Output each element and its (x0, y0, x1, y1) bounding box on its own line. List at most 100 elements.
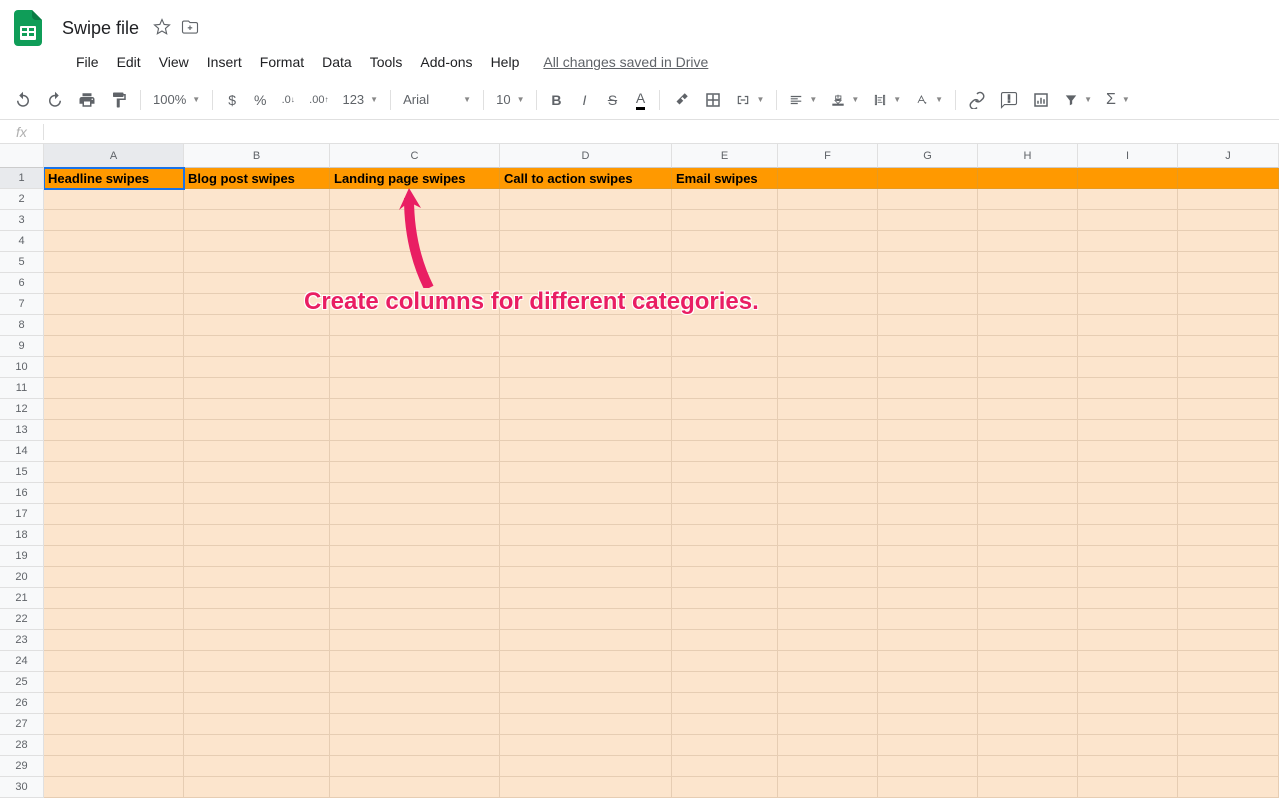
cell-C11[interactable] (330, 378, 500, 399)
cell-A26[interactable] (44, 693, 184, 714)
cell-G14[interactable] (878, 441, 978, 462)
cell-I26[interactable] (1078, 693, 1178, 714)
col-header-F[interactable]: F (778, 144, 878, 168)
cell-C24[interactable] (330, 651, 500, 672)
cell-G28[interactable] (878, 735, 978, 756)
row-header-7[interactable]: 7 (0, 294, 44, 315)
cell-H14[interactable] (978, 441, 1078, 462)
cell-H20[interactable] (978, 567, 1078, 588)
cell-D25[interactable] (500, 672, 672, 693)
cell-C18[interactable] (330, 525, 500, 546)
cell-H28[interactable] (978, 735, 1078, 756)
cell-E13[interactable] (672, 420, 778, 441)
cell-D10[interactable] (500, 357, 672, 378)
cell-E5[interactable] (672, 252, 778, 273)
cell-B11[interactable] (184, 378, 330, 399)
cell-B20[interactable] (184, 567, 330, 588)
insert-comment-button[interactable] (994, 87, 1024, 113)
cell-F16[interactable] (778, 483, 878, 504)
cell-F23[interactable] (778, 630, 878, 651)
cell-B8[interactable] (184, 315, 330, 336)
cell-I29[interactable] (1078, 756, 1178, 777)
insert-chart-button[interactable] (1026, 87, 1056, 113)
cell-D3[interactable] (500, 210, 672, 231)
cell-H4[interactable] (978, 231, 1078, 252)
cell-B18[interactable] (184, 525, 330, 546)
cell-A21[interactable] (44, 588, 184, 609)
cell-D13[interactable] (500, 420, 672, 441)
cell-J1[interactable] (1178, 168, 1279, 189)
cell-F10[interactable] (778, 357, 878, 378)
cell-H29[interactable] (978, 756, 1078, 777)
cell-G1[interactable] (878, 168, 978, 189)
cell-D29[interactable] (500, 756, 672, 777)
cell-A17[interactable] (44, 504, 184, 525)
cell-J20[interactable] (1178, 567, 1279, 588)
cell-C26[interactable] (330, 693, 500, 714)
format-currency-button[interactable]: $ (219, 87, 245, 113)
cell-E18[interactable] (672, 525, 778, 546)
cell-B25[interactable] (184, 672, 330, 693)
cell-F26[interactable] (778, 693, 878, 714)
cell-I6[interactable] (1078, 273, 1178, 294)
cell-B21[interactable] (184, 588, 330, 609)
cell-D24[interactable] (500, 651, 672, 672)
cell-F22[interactable] (778, 609, 878, 630)
cell-B9[interactable] (184, 336, 330, 357)
col-header-H[interactable]: H (978, 144, 1078, 168)
cell-D16[interactable] (500, 483, 672, 504)
cell-F3[interactable] (778, 210, 878, 231)
cell-G7[interactable] (878, 294, 978, 315)
cell-E11[interactable] (672, 378, 778, 399)
col-header-G[interactable]: G (878, 144, 978, 168)
cell-J17[interactable] (1178, 504, 1279, 525)
cell-E19[interactable] (672, 546, 778, 567)
row-header-2[interactable]: 2 (0, 189, 44, 210)
cell-H18[interactable] (978, 525, 1078, 546)
cell-I7[interactable] (1078, 294, 1178, 315)
cell-H24[interactable] (978, 651, 1078, 672)
cell-I19[interactable] (1078, 546, 1178, 567)
cell-G3[interactable] (878, 210, 978, 231)
row-header-3[interactable]: 3 (0, 210, 44, 231)
cell-I24[interactable] (1078, 651, 1178, 672)
cell-D11[interactable] (500, 378, 672, 399)
cell-H12[interactable] (978, 399, 1078, 420)
print-button[interactable] (72, 87, 102, 113)
row-header-4[interactable]: 4 (0, 231, 44, 252)
cell-G22[interactable] (878, 609, 978, 630)
cell-I15[interactable] (1078, 462, 1178, 483)
row-header-10[interactable]: 10 (0, 357, 44, 378)
cell-E24[interactable] (672, 651, 778, 672)
cell-A11[interactable] (44, 378, 184, 399)
cell-E10[interactable] (672, 357, 778, 378)
cell-J12[interactable] (1178, 399, 1279, 420)
row-header-14[interactable]: 14 (0, 441, 44, 462)
cell-C14[interactable] (330, 441, 500, 462)
cell-F25[interactable] (778, 672, 878, 693)
cell-A25[interactable] (44, 672, 184, 693)
cell-J4[interactable] (1178, 231, 1279, 252)
cell-D26[interactable] (500, 693, 672, 714)
cell-A22[interactable] (44, 609, 184, 630)
row-header-8[interactable]: 8 (0, 315, 44, 336)
menu-format[interactable]: Format (252, 50, 312, 74)
cell-C9[interactable] (330, 336, 500, 357)
cell-B28[interactable] (184, 735, 330, 756)
cell-F1[interactable] (778, 168, 878, 189)
zoom-select[interactable]: 100%▼ (147, 88, 206, 111)
cell-F7[interactable] (778, 294, 878, 315)
cell-I16[interactable] (1078, 483, 1178, 504)
functions-button[interactable]: Σ▼ (1100, 87, 1136, 113)
row-header-13[interactable]: 13 (0, 420, 44, 441)
paint-format-button[interactable] (104, 87, 134, 113)
cell-B19[interactable] (184, 546, 330, 567)
increase-decimal-button[interactable]: .00↑ (303, 87, 334, 113)
cell-E4[interactable] (672, 231, 778, 252)
row-header-20[interactable]: 20 (0, 567, 44, 588)
cell-F2[interactable] (778, 189, 878, 210)
cell-C30[interactable] (330, 777, 500, 798)
merge-cells-button[interactable]: ▼ (730, 89, 770, 111)
italic-button[interactable]: I (571, 87, 597, 113)
cell-I3[interactable] (1078, 210, 1178, 231)
